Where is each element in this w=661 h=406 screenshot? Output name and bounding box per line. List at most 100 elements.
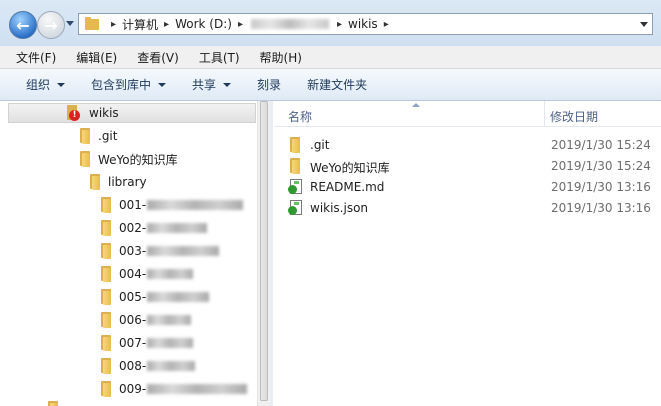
obscured-name xyxy=(147,223,208,233)
menu-tools[interactable]: 工具(T) xyxy=(187,49,248,66)
new-folder-label: 新建文件夹 xyxy=(307,78,368,92)
column-header-date[interactable]: 修改日期 xyxy=(550,108,598,125)
list-header: 名称 修改日期 xyxy=(274,101,661,127)
breadcrumb-obscured[interactable] xyxy=(250,19,329,29)
file-row-readme[interactable]: README.md 2019/1/30 13:16 xyxy=(274,176,661,197)
new-folder-button[interactable]: 新建文件夹 xyxy=(307,76,367,93)
tree-scrollbar[interactable] xyxy=(257,101,270,406)
share-button[interactable]: 共享 xyxy=(192,76,232,93)
include-in-library-button[interactable]: 包含到库中 xyxy=(91,76,167,93)
dropdown-arrow-icon xyxy=(57,82,66,87)
tree-item-label: 008- xyxy=(119,359,147,373)
navigation-tree: ! wikis .git WeYo的知识库 library 001- 002- … xyxy=(0,101,257,406)
breadcrumb-wikis[interactable]: wikis xyxy=(348,17,378,31)
file-row-git[interactable]: .git 2019/1/30 15:24 xyxy=(274,134,661,155)
address-dropdown-icon[interactable] xyxy=(640,22,648,27)
burn-label: 刻录 xyxy=(257,78,282,92)
folder-error-icon: ! xyxy=(67,105,81,121)
tree-item-library-child[interactable]: 009- xyxy=(101,379,248,399)
chevron-right-icon[interactable]: ▸ xyxy=(164,19,169,30)
column-separator[interactable] xyxy=(544,101,545,126)
tree-item-weyo[interactable]: WeYo的知识库 xyxy=(80,149,178,169)
address-bar-row: ← → ▸ 计算机 ▸ Work (D:) ▸ ▸ wikis ▸ xyxy=(0,0,661,46)
file-name: .git xyxy=(310,138,330,152)
folder-icon xyxy=(101,266,111,282)
tree-item-label: 003- xyxy=(119,244,147,258)
tree-item-library-child[interactable]: 008- xyxy=(101,356,196,376)
md-file-icon xyxy=(288,179,302,194)
tree-item-library-child[interactable]: 006- xyxy=(101,310,192,330)
file-date: 2019/1/30 15:24 xyxy=(551,138,651,152)
back-button[interactable]: ← xyxy=(9,11,37,39)
pane-divider[interactable] xyxy=(270,101,273,406)
sort-ascending-icon xyxy=(412,103,420,107)
tree-item-label: 006- xyxy=(119,313,147,327)
folder-icon xyxy=(101,197,111,213)
tree-item-label: 002- xyxy=(119,221,147,235)
tree-item-library-child[interactable]: 007- xyxy=(101,333,194,353)
folder-icon xyxy=(290,137,300,153)
file-name: WeYo的知识库 xyxy=(310,161,390,175)
tree-item-library-child[interactable]: 005- xyxy=(101,287,210,307)
file-name: wikis.json xyxy=(310,201,369,215)
dropdown-arrow-icon xyxy=(223,82,232,87)
menu-edit[interactable]: 编辑(E) xyxy=(64,49,125,66)
burn-button[interactable]: 刻录 xyxy=(257,76,281,93)
folder-icon xyxy=(101,381,111,397)
menu-file[interactable]: 文件(F) xyxy=(0,49,64,66)
file-name: README.md xyxy=(310,180,385,194)
tree-item-git[interactable]: .git xyxy=(80,126,117,146)
obscured-name xyxy=(147,384,248,394)
tree-item-wikis[interactable]: ! wikis xyxy=(8,103,256,123)
forward-button[interactable]: → xyxy=(37,11,65,39)
obscured-name xyxy=(147,269,194,279)
chevron-right-icon[interactable]: ▸ xyxy=(111,19,116,30)
folder-icon xyxy=(101,358,111,374)
folder-icon xyxy=(85,16,99,30)
chevron-right-icon[interactable]: ▸ xyxy=(384,19,389,30)
file-date: 2019/1/30 15:24 xyxy=(551,159,651,173)
recent-pages-dropdown-icon[interactable] xyxy=(66,21,74,26)
folder-icon xyxy=(80,128,90,144)
include-in-library-label: 包含到库中 xyxy=(91,78,152,92)
tree-item-label: .git xyxy=(98,129,118,143)
folder-icon xyxy=(101,312,111,328)
chevron-right-icon[interactable]: ▸ xyxy=(337,19,342,30)
folder-icon xyxy=(290,158,300,174)
obscured-name xyxy=(147,200,244,210)
obscured-name xyxy=(147,315,192,325)
tree-item-library-child[interactable]: 003- xyxy=(101,241,220,261)
obscured-name xyxy=(147,246,220,256)
json-file-icon xyxy=(288,200,302,215)
share-label: 共享 xyxy=(192,78,217,92)
folder-icon xyxy=(101,220,111,236)
breadcrumb-drive[interactable]: Work (D:) xyxy=(175,17,232,31)
obscured-name xyxy=(147,338,194,348)
organize-button[interactable]: 组织 xyxy=(26,76,66,93)
dropdown-arrow-icon xyxy=(158,82,167,87)
menu-bar: 文件(F) 编辑(E) 查看(V) 工具(T) 帮助(H) xyxy=(0,46,661,69)
tree-item-label: library xyxy=(108,175,147,189)
organize-label: 组织 xyxy=(26,78,51,92)
folder-icon xyxy=(90,174,100,190)
menu-help[interactable]: 帮助(H) xyxy=(248,49,310,66)
tree-item-library-child[interactable]: 001- xyxy=(101,195,244,215)
chevron-right-icon[interactable]: ▸ xyxy=(238,19,243,30)
address-box[interactable]: ▸ 计算机 ▸ Work (D:) ▸ ▸ wikis ▸ xyxy=(78,13,653,35)
menu-view[interactable]: 查看(V) xyxy=(125,49,187,66)
tree-item-partial[interactable] xyxy=(48,399,66,406)
tree-item-library[interactable]: library xyxy=(90,172,147,192)
tree-item-label: 007- xyxy=(119,336,147,350)
file-date: 2019/1/30 13:16 xyxy=(551,201,651,215)
breadcrumb-computer[interactable]: 计算机 xyxy=(122,16,158,33)
tree-item-label: 009- xyxy=(119,382,147,396)
tree-item-library-child[interactable]: 004- xyxy=(101,264,194,284)
tree-item-library-child[interactable]: 002- xyxy=(101,218,208,238)
column-header-name[interactable]: 名称 xyxy=(288,108,312,125)
scrollbar-thumb[interactable] xyxy=(260,101,268,401)
command-bar: 组织 包含到库中 共享 刻录 新建文件夹 xyxy=(0,69,661,101)
file-row-weyo[interactable]: WeYo的知识库 2019/1/30 15:24 xyxy=(274,155,661,176)
folder-icon xyxy=(101,335,111,351)
obscured-name xyxy=(147,361,196,371)
file-row-wikis-json[interactable]: wikis.json 2019/1/30 13:16 xyxy=(274,197,661,218)
